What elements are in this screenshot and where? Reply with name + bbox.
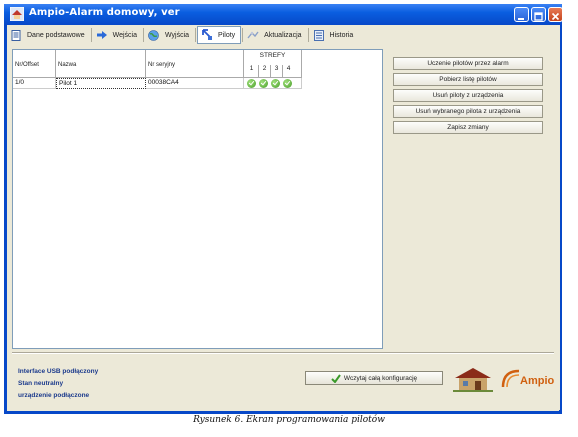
globe-icon [148,29,160,41]
tab-label: Historia [329,31,354,39]
load-configuration-button[interactable]: Wczytaj całą konfigurację [305,371,443,385]
table-cell-nr-offset[interactable]: 1/0 [13,78,56,89]
tab-label: Wyjścia [164,31,190,39]
minimize-button[interactable] [514,7,529,22]
ampio-logo: Ampio [499,365,557,393]
remotes-table[interactable]: Nr/Offset Nazwa Nr seryjny STREFY 1 2 3 … [12,49,383,349]
close-icon [551,12,560,21]
divider [12,352,554,354]
zone-number: 4 [282,65,294,78]
status-device: urządzenie podłączone [18,392,90,399]
get-remote-list-button[interactable]: Pobierz listę pilotów [393,73,543,86]
zone-number: 1 [249,65,254,72]
tab-label: Dane podstawowe [27,31,85,39]
title-bar: Ampio-Alarm domowy, ver [4,4,563,25]
app-icon [10,7,24,21]
checkmark-icon [331,373,341,383]
tab-wyjscia[interactable]: Wyjścia [145,26,194,44]
zone-number: 3 [270,65,282,78]
column-header-zones[interactable]: STREFY 1 2 3 4 [244,50,302,78]
tab-wejscia[interactable]: Wejścia [93,26,142,44]
window-title: Ampio-Alarm domowy, ver [29,7,180,18]
toolbar-separator [195,28,197,42]
status-usb: Interface USB podłączony [18,368,99,375]
update-icon [247,29,259,41]
column-header-name[interactable]: Nazwa [56,50,146,78]
arrow-right-icon [96,29,108,41]
remote-icon [201,29,213,41]
zone-check-icon[interactable] [283,79,292,88]
remove-remotes-button[interactable]: Usuń piloty z urządzenia [393,89,543,102]
tab-dane-podstawowe[interactable]: Dane podstawowe [7,26,90,44]
zone-number: 2 [258,65,270,78]
load-configuration-label: Wczytaj całą konfigurację [343,374,418,382]
toolbar-separator [142,28,144,42]
window-client: Dane podstawowe Wejścia Wyjścia Piloty A… [7,25,560,410]
history-icon [313,29,325,41]
maximize-button[interactable] [531,7,546,22]
tab-label: Wejścia [112,31,137,39]
table-cell-name[interactable]: Pilot 1 [56,78,146,89]
tab-aktualizacja[interactable]: Aktualizacja [244,26,306,44]
toolbar-separator [90,28,92,42]
maximize-icon [534,12,543,21]
save-changes-button[interactable]: Zapisz zmiany [393,121,543,134]
tab-historia[interactable]: Historia [310,26,359,44]
zone-check-icon[interactable] [259,79,268,88]
toolbar-separator [307,28,309,42]
zones-title: STREFY [259,52,286,59]
close-button[interactable] [548,7,563,22]
figure-caption: Rysunek 6. Ekran programowania pilotów [193,415,385,425]
table-cell-serial[interactable]: 00038CA4 [146,78,244,89]
column-header-serial[interactable]: Nr seryjny [146,50,244,78]
tab-piloty[interactable]: Piloty [197,26,242,44]
house-icon [453,368,493,392]
tab-label: Aktualizacja [264,31,302,39]
toolbar: Dane podstawowe Wejścia Wyjścia Piloty A… [7,25,560,45]
remove-selected-remote-button[interactable]: Usuń wybranego pilota z urządzenia [393,105,543,118]
minimize-icon [518,18,524,20]
tab-label: Piloty [218,31,236,39]
zone-check-icon[interactable] [271,79,280,88]
column-header-nr-offset[interactable]: Nr/Offset [13,50,56,78]
status-state: Stan neutralny [18,380,64,387]
zone-check-icon[interactable] [247,79,256,88]
logo-text: Ampio [520,375,555,387]
document-icon [10,29,22,41]
toolbar-separator [242,28,244,42]
learn-remotes-button[interactable]: Uczenie pilotów przez alarm [393,57,543,70]
